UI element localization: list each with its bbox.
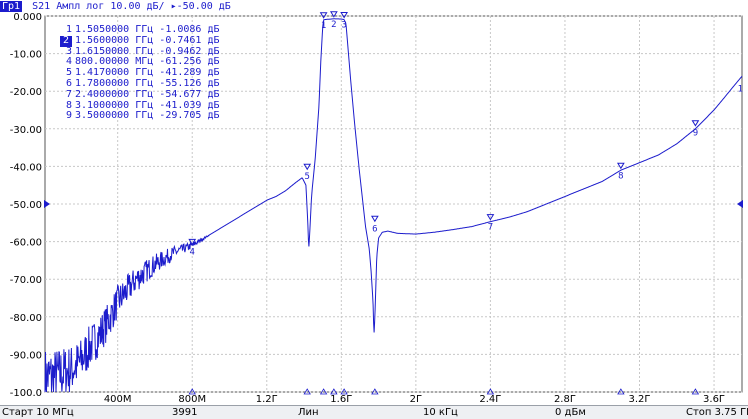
ref-value-label: -50.00 дБ: [176, 1, 231, 12]
x-tick-label: 2.8Г: [554, 394, 576, 405]
y-tick-label: -100.0: [10, 388, 42, 399]
y-tick-label: -40.00: [10, 162, 42, 173]
marker-triangle-icon: [616, 162, 625, 170]
marker-number: 7: [65, 88, 72, 100]
x-tick-label: 800М: [178, 394, 206, 405]
marker-value: -0.9462 дБ: [159, 45, 220, 57]
marker-frequency: 3.5000000 ГГц: [75, 110, 160, 122]
scale-label: 10.00 дБ/: [110, 1, 165, 12]
x-tick-label: 1.6Г: [330, 394, 352, 405]
marker-label: 9: [693, 129, 698, 139]
y-tick-label: -50.00: [10, 200, 42, 211]
x-tick-label: 3.2Г: [628, 394, 650, 405]
start-frequency[interactable]: Старт 10 МГц: [2, 406, 74, 419]
marker-frequency: 1.5600000 ГГц: [75, 34, 160, 46]
power-level[interactable]: 0 дБм: [555, 406, 586, 419]
marker-frequency: 3.1000000 ГГц: [75, 99, 160, 111]
marker-triangle-icon: [370, 215, 379, 223]
marker-row[interactable]: 9 3.5000000 ГГц -29.705 дБ: [60, 110, 220, 122]
marker-label: 2: [331, 20, 336, 30]
marker-triangle-icon: [691, 120, 700, 127]
marker-frequency: 1.4170000 ГГц: [75, 67, 160, 79]
points-count[interactable]: 3991: [172, 406, 197, 419]
marker-label: 5: [305, 172, 310, 182]
marker-value: -54.677 дБ: [159, 88, 220, 100]
marker-value: -55.126 дБ: [159, 77, 220, 89]
marker-frequency: 1.5050000 ГГц: [75, 24, 160, 35]
marker-value: -1.0086 дБ: [159, 24, 220, 35]
sweep-type[interactable]: Лин: [298, 406, 319, 419]
marker-frequency: 1.6150000 ГГц: [75, 45, 160, 57]
right-trace-label: 1: [738, 84, 743, 94]
marker-frequency: 1.7800000 ГГц: [75, 77, 160, 89]
y-tick-label: -60.00: [10, 238, 42, 249]
marker-value: -41.289 дБ: [159, 67, 220, 79]
marker-frequency: 2.4000000 ГГц: [75, 88, 160, 100]
y-tick-label: -30.00: [10, 125, 42, 136]
measurement-label: S21: [32, 1, 51, 12]
marker-value: -61.256 дБ: [159, 56, 220, 68]
marker-glyphs: 1 2 3 4 5 6 7 8 9: [188, 11, 700, 395]
marker-value: -0.7461 дБ: [159, 34, 220, 46]
x-tick-label: 1.2Г: [256, 394, 278, 405]
y-tick-label: -70.00: [10, 275, 42, 286]
format-label: Ампл лог: [56, 1, 105, 12]
marker-table: 1 1.5050000 ГГц -1.0086 дБ 2 1.5600000 ГГц …: [60, 24, 220, 122]
trace-header[interactable]: Гр1 S21 Ампл лог 10.00 дБ/ ▸-50.00 дБ: [0, 0, 748, 14]
trace-id-badge[interactable]: Гр1: [0, 1, 23, 12]
ref-arrow-right-icon: [737, 200, 743, 208]
vna-screen: 0.000 -10.00 -20.00 -30.00 -40.00 -50.00 -60.0…: [0, 0, 748, 419]
y-axis-ticks: 0.000-10.00-20.00-30.00-40.00-50.00-60.0…: [10, 12, 42, 399]
y-tick-label: -20.00: [10, 87, 42, 98]
marker-frequency: 800.00000 МГц: [75, 56, 160, 68]
marker-label: 7: [488, 223, 493, 233]
x-tick-label: 2.4Г: [479, 394, 501, 405]
x-tick-label: 400М: [104, 394, 132, 405]
stop-frequency[interactable]: Стоп 3.75 ГГц: [686, 406, 748, 419]
status-footer: Старт 10 МГц 3991 Лин 10 кГц 0 дБм Стоп …: [0, 405, 748, 419]
marker-label: 8: [618, 171, 623, 181]
if-bandwidth[interactable]: 10 кГц: [423, 406, 458, 419]
marker-value: -41.039 дБ: [159, 99, 220, 111]
y-tick-label: -80.00: [10, 313, 42, 324]
marker-label: 6: [372, 224, 377, 234]
marker-number: 2: [60, 35, 72, 47]
x-tick-label: 3.6Г: [703, 394, 725, 405]
marker-number: 9: [65, 110, 72, 122]
marker-label: 3: [341, 21, 346, 31]
marker-label: 1: [321, 21, 326, 31]
x-tick-label: 2Г: [410, 394, 422, 405]
marker-label: 4: [190, 247, 195, 257]
ref-arrow-left-icon: [44, 200, 50, 208]
x-axis-ticks: 400М 800М 1.2Г 1.6Г 2Г 2.4Г 2.8Г 3.2Г 3.6Г: [104, 394, 725, 405]
marker-value: -29.705 дБ: [159, 110, 220, 122]
y-tick-label: -90.00: [10, 350, 42, 361]
y-tick-label: -10.00: [10, 50, 42, 61]
